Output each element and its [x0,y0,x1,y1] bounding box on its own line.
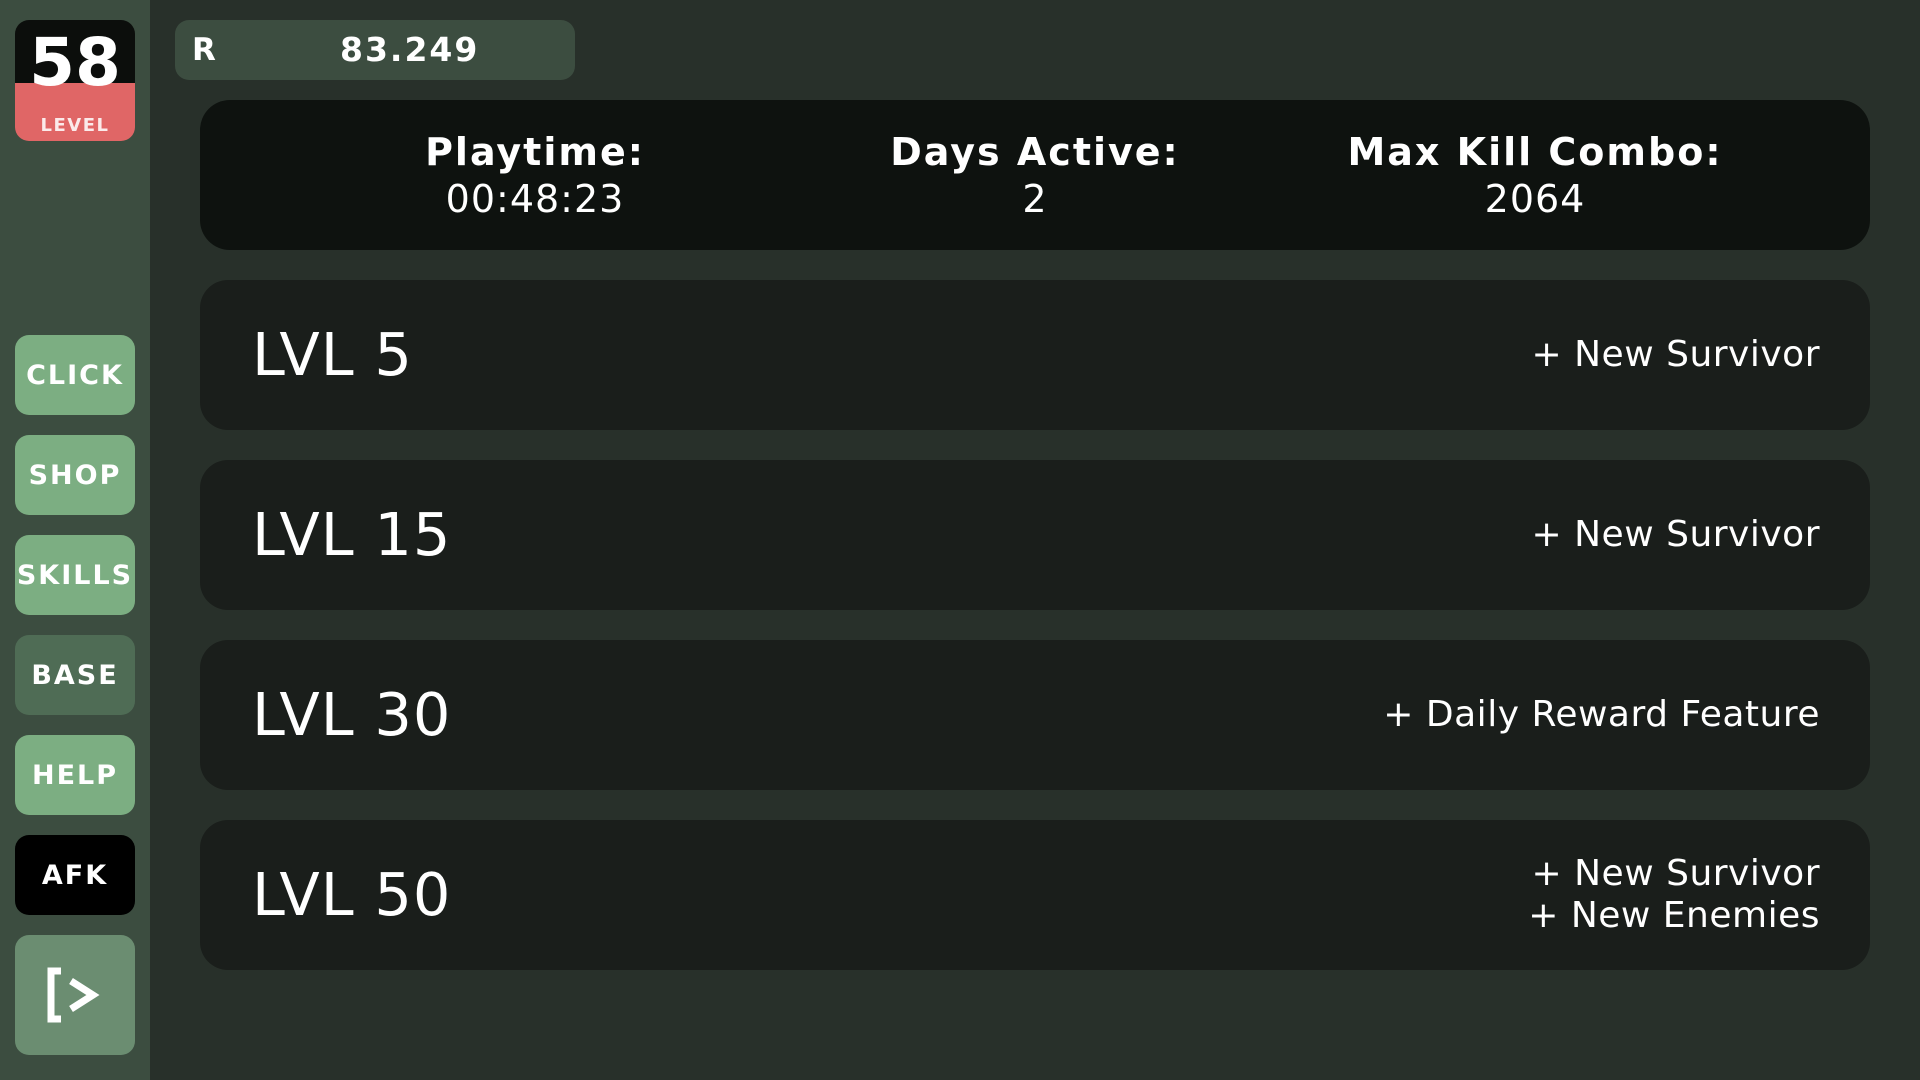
max-kill-combo-label: Max Kill Combo: [1347,130,1723,174]
shop-button[interactable]: SHOP [15,435,135,515]
level-number: 58 [29,24,121,101]
days-active-label: Days Active: [890,130,1180,174]
reward-text: + Daily Reward Feature [1383,694,1820,735]
milestone-rewards: + New Survivor [1532,280,1820,430]
milestone-card: LVL 30 + Daily Reward Feature [200,640,1870,790]
milestone-rewards: + New Survivor + New Enemies [1528,820,1820,970]
reward-text: + New Survivor [1531,853,1820,894]
reward-text: + New Survivor [1531,514,1820,555]
stat-days-active: Days Active: 2 [785,128,1285,222]
level-label: LEVEL [40,115,110,136]
stats-panel: Playtime: 00:48:23 Days Active: 2 Max Ki… [200,100,1870,250]
milestone-level: LVL 30 [252,680,452,749]
milestone-rewards: + New Survivor [1532,460,1820,610]
milestone-card: LVL 5 + New Survivor [200,280,1870,430]
milestone-rewards: + Daily Reward Feature [1383,640,1820,790]
sidebar: 58 LEVEL CLICK SHOP SKILLS BASE HELP AFK [0,0,150,1080]
milestone-level: LVL 50 [252,860,452,929]
click-button[interactable]: CLICK [15,335,135,415]
reward-text: + New Survivor [1531,334,1820,375]
stat-max-kill-combo: Max Kill Combo: 2064 [1285,128,1785,222]
reward-text: + New Enemies [1528,895,1820,936]
max-kill-combo-value: 2064 [1484,177,1586,221]
milestone-level: LVL 5 [252,320,413,389]
exit-button[interactable] [15,935,135,1055]
playtime-value: 00:48:23 [445,177,625,221]
afk-button[interactable]: AFK [15,835,135,915]
base-button[interactable]: BASE [15,635,135,715]
help-button[interactable]: HELP [15,735,135,815]
level-badge: 58 LEVEL [15,20,135,141]
days-active-value: 2 [1022,177,1048,221]
milestone-card: LVL 15 + New Survivor [200,460,1870,610]
currency-value: 83.249 [340,30,480,69]
skills-button[interactable]: SKILLS [15,535,135,615]
milestone-card: LVL 50 + New Survivor + New Enemies [200,820,1870,970]
currency-display: R 83.249 [175,20,575,80]
exit-arrow-icon [47,967,100,1023]
stat-playtime: Playtime: 00:48:23 [285,128,785,222]
currency-symbol: R [192,32,216,68]
playtime-label: Playtime: [425,130,645,174]
milestone-level: LVL 15 [252,500,452,569]
